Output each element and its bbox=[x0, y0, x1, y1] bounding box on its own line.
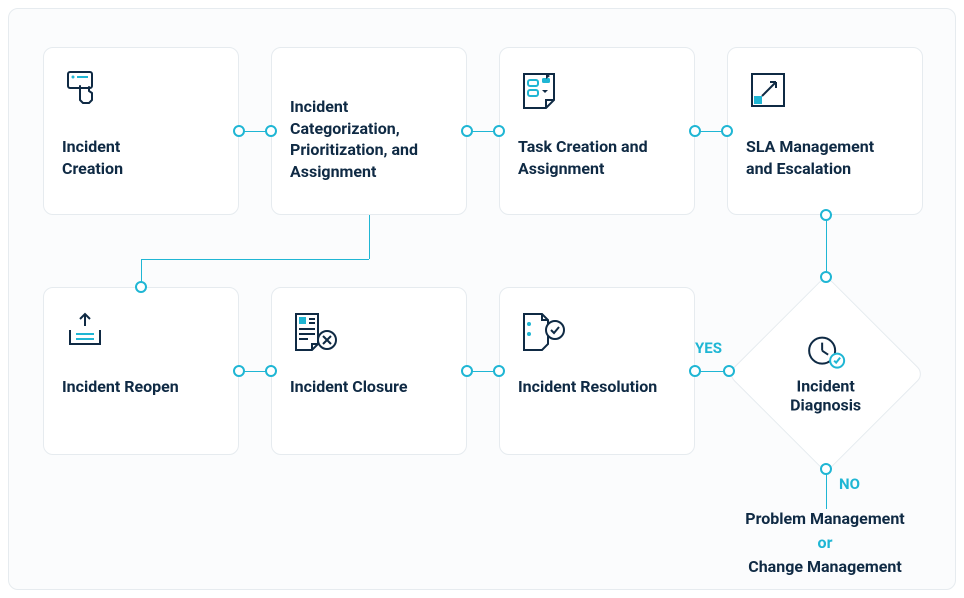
node-label: Incident Reopen bbox=[62, 376, 220, 398]
connector-dot bbox=[265, 125, 277, 137]
node-label: Incident Creation bbox=[62, 136, 220, 179]
upload-tray-icon bbox=[62, 308, 220, 364]
connector bbox=[369, 215, 370, 259]
document-x-icon bbox=[290, 308, 448, 364]
node-resolution: Incident Resolution bbox=[499, 287, 695, 455]
connector-dot bbox=[820, 463, 832, 475]
node-categorization: Incident Categorization, Prioritization,… bbox=[271, 47, 467, 215]
connector-dot bbox=[135, 281, 147, 293]
clock-check-icon bbox=[804, 333, 848, 371]
flow-diagram-canvas: Incident Creation Incident Categorizatio… bbox=[8, 8, 956, 590]
node-sla: SLA Management and Escalation bbox=[727, 47, 923, 215]
node-closure: Incident Closure bbox=[271, 287, 467, 455]
node-label: SLA Management and Escalation bbox=[746, 136, 904, 179]
connector-dot bbox=[723, 365, 735, 377]
connector-dot bbox=[461, 125, 473, 137]
node-label: Incident Categorization, Prioritization,… bbox=[290, 96, 448, 182]
arrow-box-icon bbox=[746, 68, 904, 124]
node-label: Incident Closure bbox=[290, 376, 448, 398]
node-incident-creation: Incident Creation bbox=[43, 47, 239, 215]
connector bbox=[826, 215, 827, 277]
connector-dot bbox=[233, 125, 245, 137]
outcome-line1: Problem Management bbox=[745, 509, 904, 528]
task-board-icon bbox=[518, 68, 676, 124]
node-reopen: Incident Reopen bbox=[43, 287, 239, 455]
connector-dot bbox=[689, 125, 701, 137]
document-check-icon bbox=[518, 308, 676, 364]
connector-dot bbox=[461, 365, 473, 377]
decision-label: Incident Diagnosis bbox=[790, 377, 861, 415]
connector bbox=[141, 259, 369, 260]
connector-dot bbox=[493, 125, 505, 137]
connector-dot bbox=[233, 365, 245, 377]
node-task-creation: Task Creation and Assignment bbox=[499, 47, 695, 215]
connector-dot bbox=[689, 365, 701, 377]
finger-pointer-icon bbox=[62, 68, 220, 124]
decision-node: Incident Diagnosis bbox=[721, 269, 931, 479]
connector bbox=[826, 469, 827, 509]
outcome-line2: Change Management bbox=[748, 557, 901, 576]
outcome-text: Problem Management or Change Management bbox=[709, 507, 941, 579]
connector-dot bbox=[493, 365, 505, 377]
edge-no-label: NO bbox=[839, 475, 860, 493]
node-label: Task Creation and Assignment bbox=[518, 136, 676, 179]
connector-dot bbox=[820, 271, 832, 283]
node-label: Incident Resolution bbox=[518, 376, 676, 398]
edge-yes-label: YES bbox=[695, 339, 722, 357]
connector-dot bbox=[265, 365, 277, 377]
outcome-or: or bbox=[818, 533, 833, 552]
connector-dot bbox=[820, 209, 832, 221]
connector-dot bbox=[721, 125, 733, 137]
